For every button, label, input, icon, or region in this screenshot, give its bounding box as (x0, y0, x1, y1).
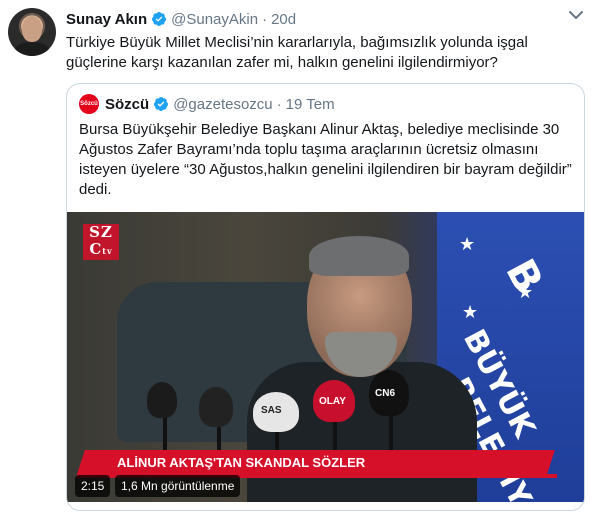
mic-label: SAS (261, 405, 282, 416)
tweet-timestamp[interactable]: 20d (271, 11, 296, 28)
logo-letter: C (89, 240, 103, 258)
chevron-down-icon[interactable] (569, 10, 583, 20)
microphone (147, 382, 177, 418)
quoted-text: Bursa Büyükşehir Belediye Başkanı Alinur… (79, 121, 572, 198)
speaker-body (247, 362, 477, 502)
quoted-avatar[interactable]: Sözcü (79, 94, 99, 114)
logo-line-bottom: Ctv (83, 241, 119, 260)
mic-label: OLAY (319, 396, 346, 407)
quoted-tweet[interactable]: Sözcü Sözcü @gazetesozcu · 19 Tem Bursa … (66, 83, 585, 511)
flag-star-icon: ★ (462, 302, 479, 322)
tweet[interactable]: Sunay Akın @SunayAkin · 20d Türkiye Büyü… (0, 0, 595, 520)
separator-dot: · (262, 10, 268, 28)
video-player[interactable]: ★ ★ ★ B BÜYÜK BELEDİY SAS OLAY CN6 SZ Ct… (67, 212, 584, 502)
logo-tv: tv (102, 246, 113, 256)
quoted-header: Sözcü Sözcü @gazetesozcu · 19 Tem (79, 94, 335, 114)
mic-label: CN6 (375, 388, 396, 399)
verified-badge-icon (154, 97, 169, 111)
author-name[interactable]: Sunay Akın (66, 11, 147, 28)
tweet-header: Sunay Akın @SunayAkin · 20d (66, 9, 296, 29)
news-ticker-text: ALİNUR AKTAŞ'TAN SKANDAL SÖZLER (117, 455, 366, 470)
separator-dot: · (276, 95, 282, 113)
avatar-shirt (14, 42, 50, 56)
quoted-author-name[interactable]: Sözcü (105, 96, 149, 113)
tweet-text: Türkiye Büyük Millet Meclisi’nin kararla… (66, 34, 528, 71)
video-duration: 2:15 (75, 475, 111, 497)
speaker-hair (309, 236, 409, 276)
verified-badge-icon (152, 12, 167, 26)
author-handle[interactable]: @SunayAkin (171, 11, 258, 28)
quoted-handle[interactable]: @gazetesozcu (173, 96, 272, 113)
channel-logo-text: SZ Ctv (83, 224, 119, 260)
microphone (199, 387, 233, 427)
flag-star-icon: ★ (459, 234, 476, 254)
video-view-count: 1,6 Mn görüntülenme (115, 475, 241, 497)
author-avatar[interactable] (8, 8, 56, 56)
avatar-face (22, 16, 42, 42)
logo-line-top: SZ (89, 223, 113, 241)
quoted-timestamp[interactable]: 19 Tem (286, 96, 335, 113)
